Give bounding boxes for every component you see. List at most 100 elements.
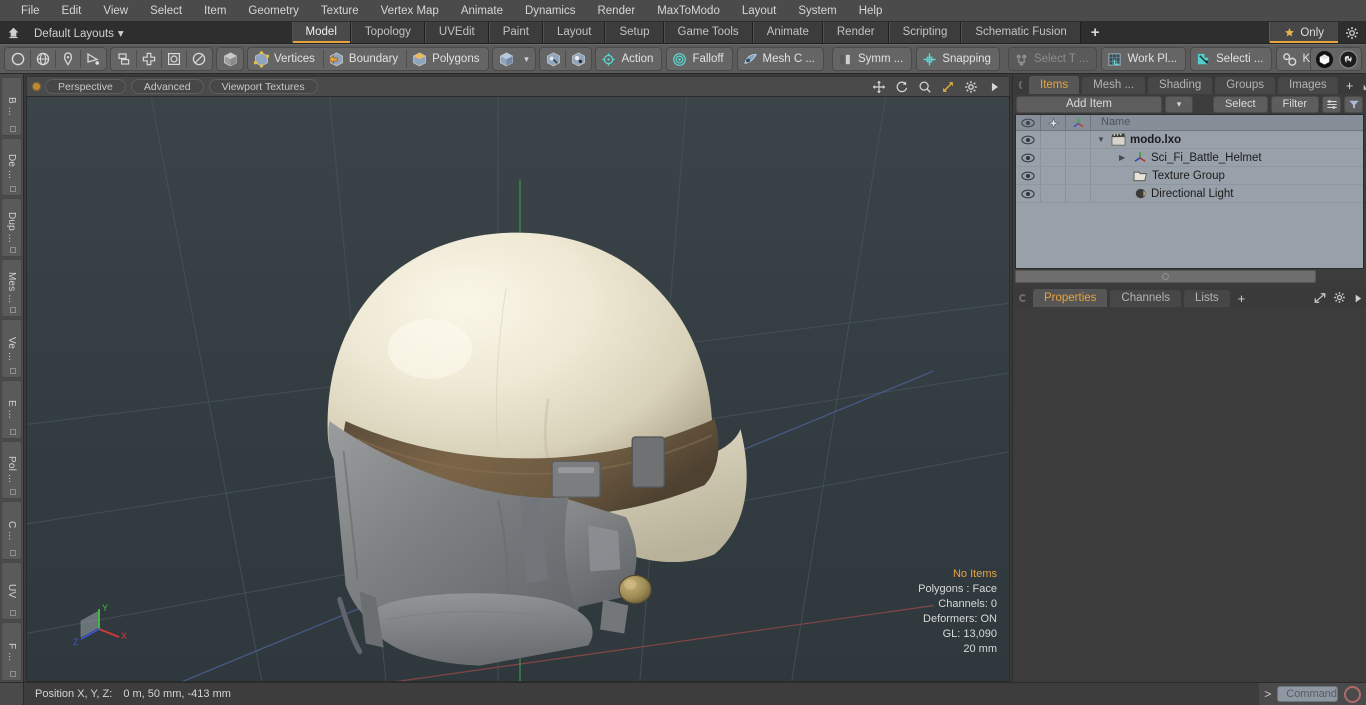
- menu-item-texture[interactable]: Texture: [310, 0, 370, 22]
- array-icon[interactable]: [137, 48, 161, 70]
- menu-item-layout[interactable]: Layout: [731, 0, 788, 22]
- rotate-icon[interactable]: [893, 79, 911, 95]
- curve-pen-icon[interactable]: [81, 48, 105, 70]
- tool-work-pl-button[interactable]: Work Pl...: [1101, 47, 1187, 71]
- panel-tab-mesh[interactable]: Mesh ...: [1081, 76, 1147, 94]
- layout-tab-game-tools[interactable]: Game Tools: [663, 22, 753, 43]
- only-button[interactable]: Only: [1269, 22, 1339, 43]
- item-tree-horizontal-scrollbar[interactable]: [1015, 270, 1364, 283]
- record-icon[interactable]: [1344, 685, 1361, 703]
- menu-item-help[interactable]: Help: [848, 0, 894, 22]
- left-tab-1[interactable]: De ...: [1, 137, 22, 197]
- tool-select-t-button[interactable]: Select T ...: [1007, 47, 1098, 71]
- viewport-gear-icon[interactable]: [962, 79, 980, 95]
- scrollbar-thumb[interactable]: [1015, 270, 1316, 283]
- viewport-textures-preset[interactable]: Viewport Textures: [208, 79, 318, 94]
- item-tree-row-body[interactable]: Texture Group: [1091, 170, 1363, 182]
- expander-icon[interactable]: ▼: [1097, 135, 1107, 144]
- item-tree-row[interactable]: ▶ Sci_Fi_Battle_Helmet: [1016, 149, 1363, 167]
- panel-tab-images[interactable]: Images: [1276, 76, 1339, 94]
- panel-tab-shading[interactable]: Shading: [1147, 76, 1214, 94]
- panel-tab-items[interactable]: Items: [1028, 75, 1081, 94]
- item-tree-row-body[interactable]: Directional Light: [1091, 187, 1363, 200]
- layout-name[interactable]: Default Layouts ▾: [26, 26, 132, 40]
- tool-falloff-button[interactable]: Falloff: [666, 47, 733, 71]
- transform-cell[interactable]: [1066, 185, 1091, 202]
- left-tab-2[interactable]: Dup ...: [1, 198, 22, 257]
- add-item-caret-icon[interactable]: ▾: [1164, 95, 1193, 113]
- left-tab-5[interactable]: E ...: [1, 379, 22, 439]
- lock-cell[interactable]: [1041, 185, 1066, 202]
- transform-cell[interactable]: [1066, 149, 1091, 166]
- panel-tab-groups[interactable]: Groups: [1214, 76, 1276, 94]
- menu-item-animate[interactable]: Animate: [450, 0, 514, 22]
- selection-mode-vertices[interactable]: Vertices: [249, 48, 323, 70]
- viewport-camera-preset[interactable]: Perspective: [45, 79, 126, 94]
- layout-tab-layout[interactable]: Layout: [542, 22, 606, 43]
- visibility-icon[interactable]: [1016, 167, 1041, 184]
- tool-selecti-button[interactable]: Selecti ...: [1190, 47, 1273, 71]
- layout-tab-topology[interactable]: Topology: [350, 22, 425, 43]
- filter-funnel-icon[interactable]: [1344, 95, 1363, 113]
- properties-play-icon[interactable]: [1350, 293, 1366, 307]
- globe-icon[interactable]: [31, 48, 55, 70]
- item-tree[interactable]: Name ▼ modo.lxo ▶ Sci_Fi_Battle_Helmet Textu…: [1015, 114, 1364, 269]
- properties-gear-icon[interactable]: [1330, 291, 1349, 307]
- transform-cell[interactable]: [1066, 131, 1091, 148]
- cube-dropdown-caret-icon[interactable]: ▾: [518, 48, 534, 70]
- left-tab-4[interactable]: Ve ...: [1, 319, 22, 378]
- add-layout-tab-button[interactable]: +: [1081, 24, 1110, 41]
- layout-tab-setup[interactable]: Setup: [605, 22, 664, 43]
- left-tab-6[interactable]: Pol ...: [1, 440, 22, 500]
- visibility-icon[interactable]: [1016, 131, 1041, 148]
- properties-tab-properties[interactable]: Properties: [1032, 288, 1109, 307]
- menu-item-dynamics[interactable]: Dynamics: [514, 0, 586, 22]
- left-tab-0[interactable]: B ...: [1, 77, 22, 136]
- 3d-viewport[interactable]: No Items Polygons : Face Channels: 0 Deform…: [26, 96, 1010, 682]
- item-tree-row[interactable]: Directional Light: [1016, 185, 1363, 203]
- command-input[interactable]: Command: [1277, 686, 1338, 702]
- item-tree-row-body[interactable]: ▼ modo.lxo: [1091, 133, 1363, 146]
- properties-expand-icon[interactable]: [1311, 292, 1329, 307]
- mirror-icon[interactable]: [112, 48, 136, 70]
- bevel-icon[interactable]: [162, 48, 186, 70]
- layout-tab-uvedit[interactable]: UVEdit: [424, 22, 489, 43]
- cube-icon[interactable]: [218, 48, 242, 70]
- menu-item-file[interactable]: File: [10, 0, 51, 22]
- layout-tab-scripting[interactable]: Scripting: [888, 22, 962, 43]
- left-tab-9[interactable]: F ...: [1, 622, 22, 681]
- visibility-icon[interactable]: [1016, 149, 1041, 166]
- visibility-icon[interactable]: [1016, 185, 1041, 202]
- layout-tab-animate[interactable]: Animate: [752, 22, 823, 43]
- lock-cell[interactable]: [1041, 149, 1066, 166]
- menu-item-item[interactable]: Item: [193, 0, 237, 22]
- pen-icon[interactable]: [56, 48, 80, 70]
- item-mode-icon[interactable]: [541, 48, 565, 70]
- item-tree-row[interactable]: Texture Group: [1016, 167, 1363, 185]
- panel-expand-icon[interactable]: [1360, 79, 1366, 94]
- fit-icon[interactable]: [939, 79, 957, 95]
- viewport-shading-preset[interactable]: Advanced: [130, 79, 204, 94]
- layout-tab-render[interactable]: Render: [822, 22, 889, 43]
- properties-tab-lists[interactable]: Lists: [1183, 289, 1231, 307]
- layout-settings-gear-icon[interactable]: [1338, 26, 1366, 40]
- circle-icon[interactable]: [6, 48, 30, 70]
- menu-item-maxtomodo[interactable]: MaxToModo: [646, 0, 731, 22]
- radial-icon[interactable]: [187, 48, 211, 70]
- left-tab-3[interactable]: Mes ...: [1, 258, 22, 318]
- expander-icon[interactable]: ▶: [1119, 153, 1129, 162]
- pan-icon[interactable]: [870, 79, 888, 95]
- menu-item-select[interactable]: Select: [139, 0, 193, 22]
- add-panel-tab-button[interactable]: +: [1340, 78, 1359, 94]
- tool-mesh-c-button[interactable]: Mesh C ...: [736, 47, 824, 71]
- cube-dropdown-icon[interactable]: [494, 48, 518, 70]
- menu-item-view[interactable]: View: [92, 0, 139, 22]
- selection-mode-boundary[interactable]: Boundary: [324, 48, 406, 70]
- layout-tab-schematic-fusion[interactable]: Schematic Fusion: [961, 22, 1081, 43]
- add-item-button[interactable]: Add Item: [1016, 95, 1162, 113]
- lock-cell[interactable]: [1041, 167, 1066, 184]
- menu-item-system[interactable]: System: [787, 0, 847, 22]
- lock-cell[interactable]: [1041, 131, 1066, 148]
- viewport-play-icon[interactable]: [985, 79, 1003, 95]
- layout-tab-paint[interactable]: Paint: [488, 22, 543, 43]
